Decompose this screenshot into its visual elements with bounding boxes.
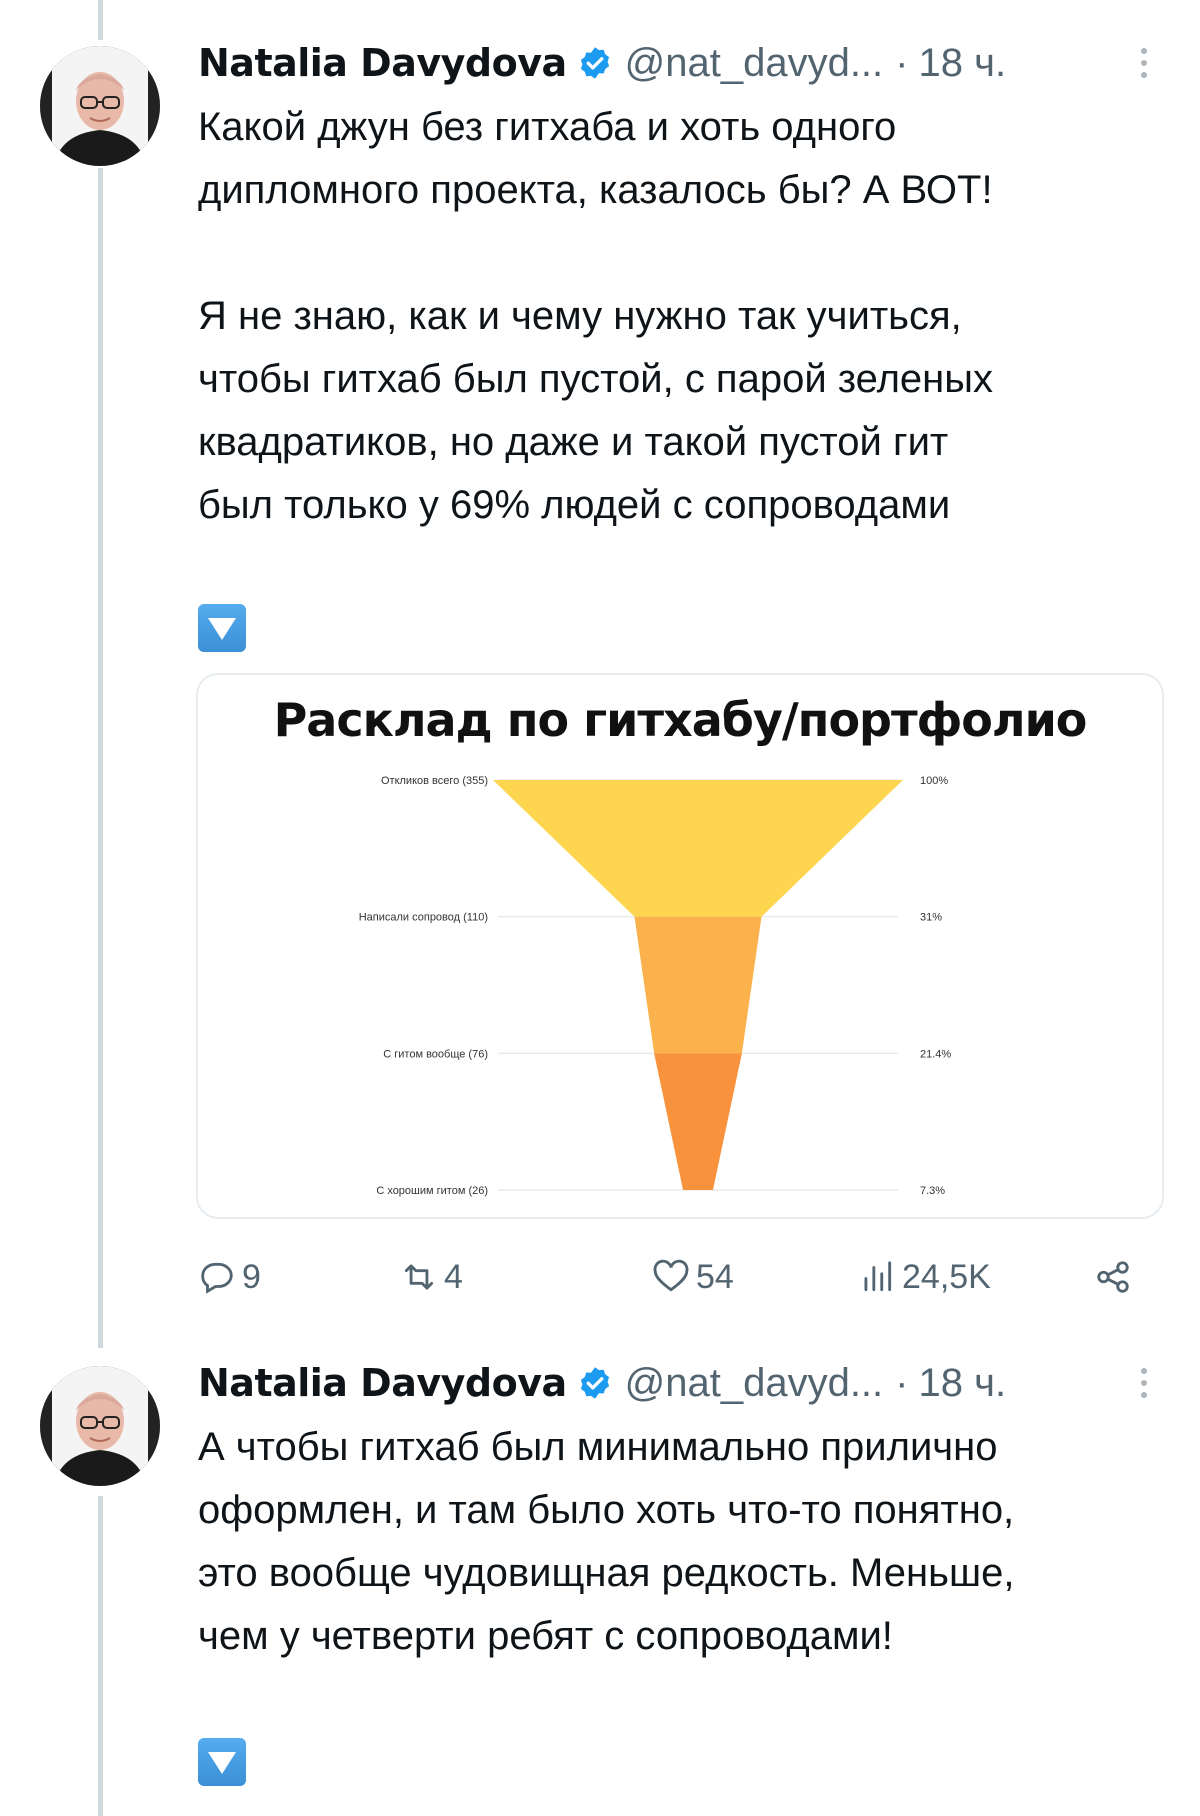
- author-handle[interactable]: @nat_davyd...: [625, 1361, 884, 1406]
- repost-button[interactable]: 4: [400, 1252, 463, 1302]
- avatar[interactable]: [40, 1366, 160, 1486]
- funnel-stage-label: Написали сопровод (110): [359, 912, 488, 924]
- heart-icon: [653, 1259, 689, 1292]
- reply-count: 9: [242, 1257, 261, 1296]
- tweet-header: Natalia Davydova @nat_davyd... · 18 ч.: [198, 38, 1006, 88]
- more-options-icon[interactable]: [1140, 1368, 1148, 1398]
- reply-button[interactable]: 9: [198, 1252, 261, 1302]
- like-count: 54: [696, 1257, 734, 1296]
- verified-badge-icon: [577, 45, 613, 81]
- thread-line-middle: [98, 168, 103, 1348]
- funnel-segment: [654, 1053, 742, 1190]
- timestamp[interactable]: 18 ч.: [919, 41, 1007, 86]
- avatar[interactable]: [40, 46, 160, 166]
- funnel-stage-label: С хорошим гитом (26): [376, 1185, 488, 1197]
- funnel-stage-label: С гитом вообще (76): [383, 1048, 488, 1060]
- chart-card[interactable]: Расклад по гитхабу/портфолио Откликов вс…: [196, 673, 1164, 1219]
- funnel-stage-label: Откликов всего (355): [381, 775, 488, 787]
- author-name[interactable]: Natalia Davydova: [198, 1361, 567, 1405]
- timestamp[interactable]: 18 ч.: [919, 1361, 1007, 1406]
- separator-dot: ·: [895, 40, 909, 85]
- funnel-stage-percent: 31%: [920, 912, 942, 924]
- views-button[interactable]: 24,5K: [858, 1252, 991, 1302]
- reply-icon: [201, 1262, 233, 1294]
- tweet-header: Natalia Davydova @nat_davyd... · 18 ч.: [198, 1358, 1006, 1408]
- views-chart-icon: [864, 1261, 892, 1292]
- repost-count: 4: [444, 1257, 463, 1296]
- funnel-stage-percent: 21.4%: [920, 1048, 951, 1060]
- tweet-text: А чтобы гитхаб был минимально прилично о…: [198, 1425, 1015, 1658]
- thread-line-bottom: [98, 1496, 103, 1816]
- like-button[interactable]: 54: [652, 1252, 734, 1302]
- more-options-icon[interactable]: [1140, 48, 1148, 78]
- author-name[interactable]: Natalia Davydova: [198, 41, 567, 85]
- repost-icon: [404, 1264, 434, 1290]
- down-arrow-button-icon: [198, 1738, 246, 1786]
- funnel-segment: [493, 780, 903, 917]
- share-icon: [1097, 1261, 1129, 1293]
- down-arrow-button-icon: [198, 604, 246, 652]
- share-button[interactable]: [1094, 1252, 1132, 1302]
- views-count: 24,5K: [902, 1257, 991, 1296]
- funnel-stage-percent: 7.3%: [920, 1185, 945, 1197]
- thread-line-top: [98, 0, 103, 40]
- funnel-chart: Откликов всего (355) 100% Написали сопрово…: [359, 775, 952, 1197]
- separator-dot: ·: [895, 1360, 909, 1405]
- verified-badge-icon: [577, 1365, 613, 1401]
- funnel-segment: [634, 916, 762, 1054]
- author-handle[interactable]: @nat_davyd...: [625, 41, 884, 86]
- funnel-stage-percent: 100%: [920, 775, 948, 787]
- tweet-actions: 9 4 54 24,5K: [198, 1252, 1158, 1302]
- tweet-text: Какой джун без гитхаба и хоть одного дип…: [198, 105, 994, 527]
